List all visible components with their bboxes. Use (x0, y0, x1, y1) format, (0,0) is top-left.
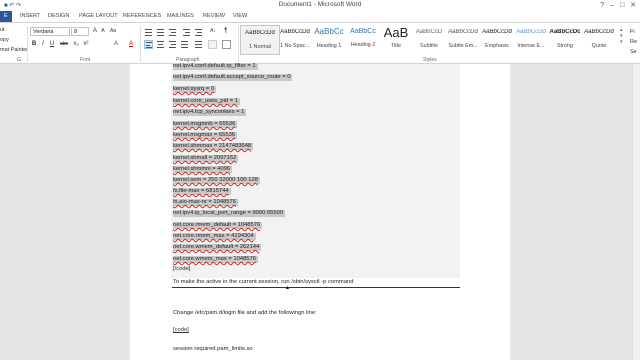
style-quote[interactable]: AaBbCcDd Quote (579, 25, 619, 55)
borders-icon[interactable] (222, 40, 231, 49)
ribbon: ut opy mat Painter G Verdana 8 A A Aa B … (0, 22, 640, 64)
tab-file[interactable]: E (0, 11, 12, 22)
code-line: net.core.rmem_max = 4194304 (173, 233, 256, 240)
find-button[interactable]: Fi (630, 29, 635, 35)
horizontal-rule (172, 287, 460, 288)
editing-group: Fi Re Se (630, 27, 637, 57)
font-group-label: Font (80, 57, 91, 63)
code-line: kernel.shmall = 2097152 (173, 155, 239, 162)
code-line: net.ipv4.conf.default.rp_filter = 1 (173, 63, 258, 70)
sort-icon[interactable]: A↓ (208, 27, 218, 36)
font-color-button[interactable]: A (127, 40, 135, 49)
code-line: kernel.msgmax = 65536 (173, 132, 238, 139)
code-line: net.ipv4.ip_local_port_range = 9000 6550… (173, 210, 286, 217)
tab-mailings[interactable]: MAILINGS (167, 13, 194, 19)
styles-group-label: Styles (423, 57, 437, 63)
increase-indent-icon[interactable] (194, 28, 203, 37)
font-size-box[interactable]: 8 (71, 27, 89, 36)
code-start-tag: [code] (173, 327, 189, 333)
italic-button[interactable]: I (39, 40, 47, 49)
clipboard-group-label: G (17, 57, 21, 63)
format-painter-button[interactable]: mat Painter (0, 47, 28, 53)
shading-icon[interactable] (208, 40, 217, 49)
code-line: kernel.sem = 250 32000 100 128 (173, 177, 260, 184)
styles-more-icon[interactable]: ▴ ▾ ▾ (620, 27, 628, 57)
show-marks-icon[interactable]: ¶ (222, 27, 230, 36)
code-end-tag: [/code] (173, 266, 191, 272)
code-line: kernel.sysrq = 0 (173, 86, 217, 93)
style-sample: AaBbCcDd (584, 29, 614, 35)
document-page[interactable]: net.ipv4.conf.default.rp_filter = 1 net.… (130, 63, 510, 360)
bullets-icon[interactable] (144, 28, 153, 37)
select-button[interactable]: Se (630, 49, 637, 55)
tab-review[interactable]: REVIEW (203, 13, 225, 19)
code-line: net.ipv4.tcp_syncookies = 1 (173, 109, 247, 116)
align-right-icon[interactable] (168, 40, 177, 49)
style-normal[interactable]: AaBbCcDd 1 Normal (240, 25, 280, 55)
replace-button[interactable]: Re (630, 39, 637, 45)
code-line: fs.file-max = 6815744 (173, 188, 231, 195)
style-name: Quote (591, 43, 607, 49)
style-name: 1 Normal (249, 44, 271, 50)
document-workspace: net.ipv4.conf.default.rp_filter = 1 net.… (0, 63, 640, 360)
code-line: net.ipv4.conf.default.accept_source_rout… (173, 74, 293, 81)
code-line: kernel.shmmni = 4096 (173, 166, 233, 173)
shrink-font-button[interactable]: A (99, 27, 107, 36)
font-name-box[interactable]: Verdana (30, 27, 70, 36)
code-line: net.core.wmem_default = 262144 (173, 244, 262, 251)
cut-button[interactable]: ut (0, 27, 5, 33)
window-title: Document1 - Microsoft Word (278, 1, 362, 8)
instruction-text: To make the active in the current sessio… (173, 279, 354, 285)
ribbon-tabs: E INSERT DESIGN PAGE LAYOUT REFERENCES M… (0, 11, 640, 22)
separator (238, 26, 239, 62)
justify-icon[interactable] (180, 40, 189, 49)
code-line: kernel.shmmax = 2147483648 (173, 143, 254, 150)
code-line: kernel.msgmnb = 65536 (173, 121, 238, 128)
superscript-button[interactable]: x² (82, 40, 90, 49)
code-line: kernel.core_uses_pid = 1 (173, 98, 240, 105)
underline-button[interactable]: U (48, 40, 56, 49)
tab-references[interactable]: REFERENCES (123, 13, 161, 19)
subscript-button[interactable]: x₂ (72, 40, 80, 49)
numbering-icon[interactable] (156, 28, 165, 37)
title-bar: ■ ↶ ↷ Document1 - Microsoft Word ? – □ ✕ (0, 0, 640, 11)
word-window: ■ ↶ ↷ Document1 - Microsoft Word ? – □ ✕… (0, 0, 640, 360)
grow-font-button[interactable]: A (91, 27, 99, 36)
change-case-button[interactable]: Aa (108, 27, 118, 36)
decrease-indent-icon[interactable] (182, 28, 191, 37)
code-line: net.core.rmem_default = 1048576 (173, 222, 263, 229)
text-effects-button[interactable]: A (112, 40, 120, 49)
align-left-icon[interactable] (144, 40, 153, 49)
mouse-cursor-icon: ▴ (286, 285, 290, 291)
tab-view[interactable]: VIEW (233, 13, 247, 19)
copy-button[interactable]: opy (0, 37, 9, 43)
pam-line: session required pam_limits.so (173, 346, 253, 352)
tab-design[interactable]: DESIGN (48, 13, 69, 19)
style-sample: AaBbCcDd (245, 30, 275, 36)
bold-button[interactable]: B (30, 40, 38, 49)
strikethrough-button[interactable]: abc (58, 40, 70, 49)
separator (27, 26, 28, 62)
code-line: fs.aio-max-nr = 1048576 (173, 199, 238, 206)
pam-intro-text: Change /etc/pam.d/login file and add the… (173, 310, 317, 316)
tab-insert[interactable]: INSERT (20, 13, 40, 19)
multilevel-list-icon[interactable] (168, 28, 177, 37)
line-spacing-icon[interactable] (194, 40, 203, 49)
vertical-scrollbar[interactable] (632, 64, 640, 360)
align-center-icon[interactable] (156, 40, 165, 49)
tab-page-layout[interactable]: PAGE LAYOUT (79, 13, 118, 19)
window-controls[interactable]: ? – □ ✕ (600, 1, 638, 9)
separator (140, 26, 141, 62)
code-line: net.core.wmem_max = 1048576 (173, 256, 258, 263)
